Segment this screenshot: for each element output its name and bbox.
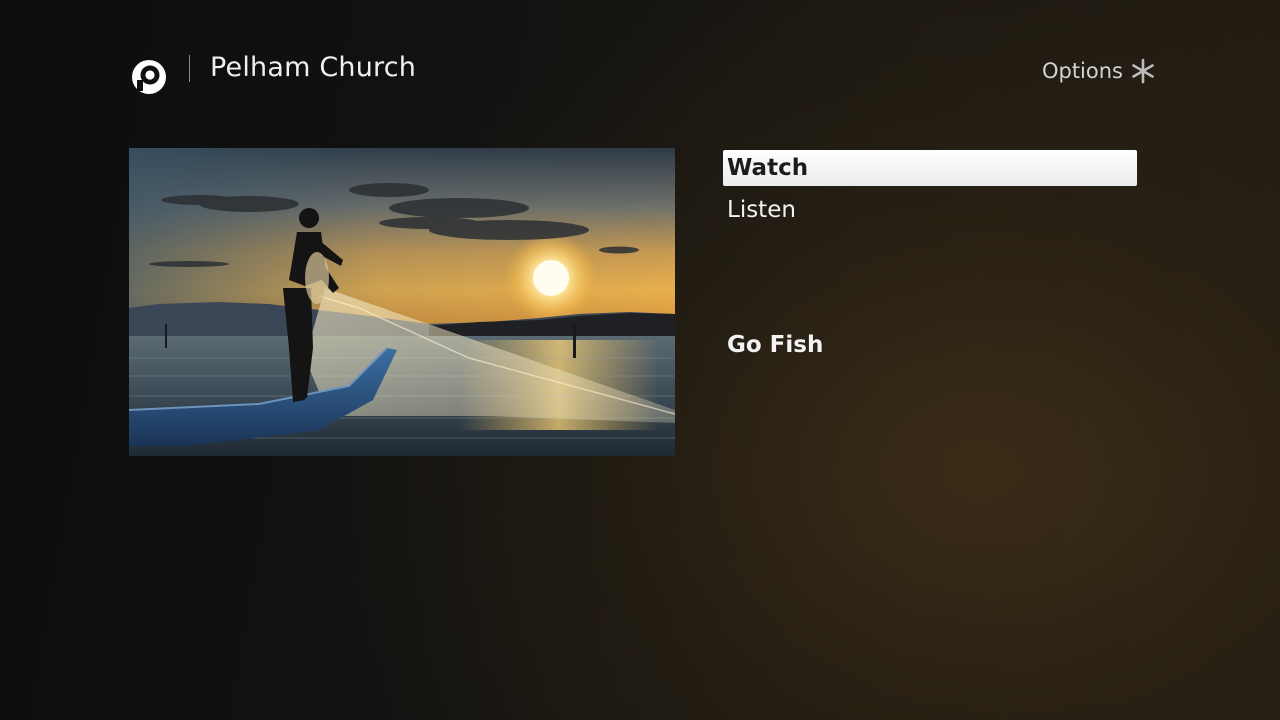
- options-label: Options: [1041, 59, 1123, 83]
- menu-item-label: Listen: [727, 197, 796, 223]
- header-divider: [189, 55, 190, 82]
- channel-logo-icon: [132, 60, 166, 94]
- hero-image: [129, 148, 675, 456]
- menu-item-go-fish[interactable]: Go Fish: [723, 327, 1137, 363]
- menu-item-listen[interactable]: Listen: [723, 192, 1137, 228]
- options-button[interactable]: Options: [1042, 55, 1156, 87]
- menu-item-watch[interactable]: Watch: [723, 150, 1137, 186]
- menu-item-label: Watch: [727, 155, 809, 181]
- channel-title: Pelham Church: [210, 52, 417, 83]
- menu-item-label: Go Fish: [727, 332, 824, 358]
- asterisk-icon: [1132, 58, 1154, 84]
